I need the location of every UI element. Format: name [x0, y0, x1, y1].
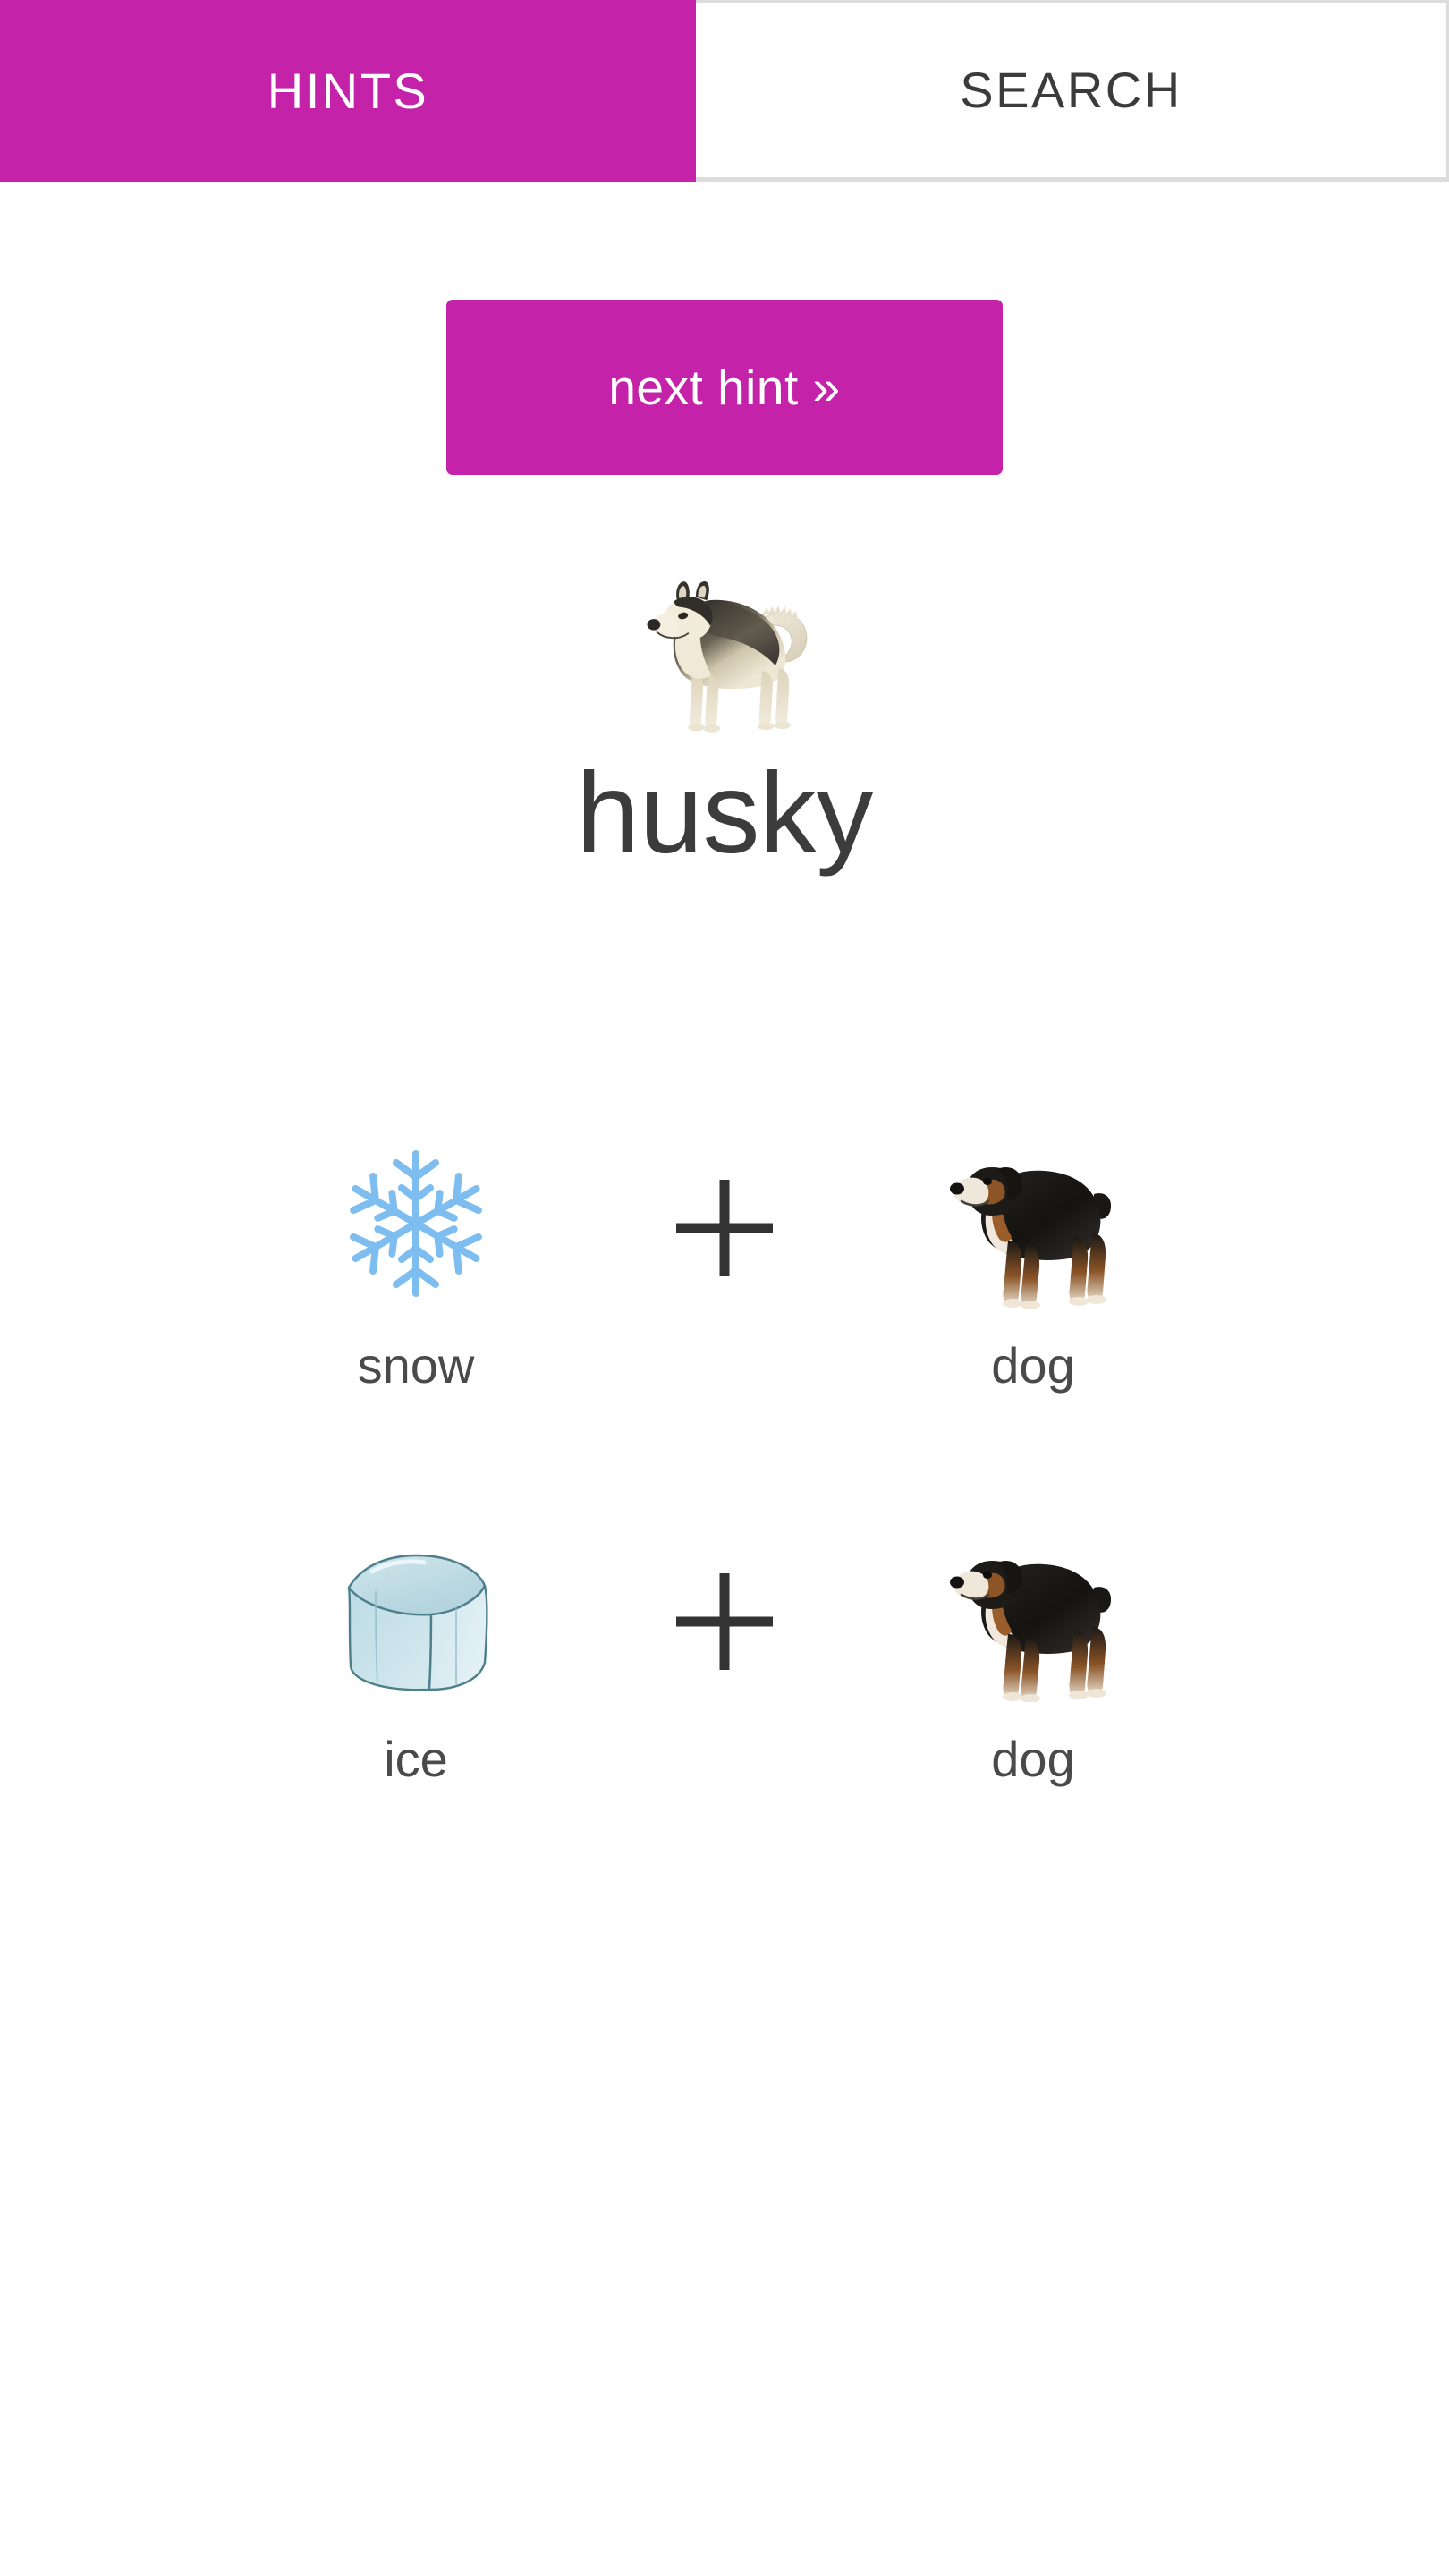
dog-icon	[939, 1130, 1127, 1318]
app-root: HINTS SEARCH next hint » husky snow dog …	[0, 0, 1449, 2576]
hint-item-left[interactable]: ice	[215, 1523, 617, 1784]
hint-row: snow dog	[0, 1130, 1449, 1523]
hints-panel: next hint » husky snow dog ice dog	[0, 182, 1449, 2576]
answer-block: husky	[0, 557, 1449, 874]
next-hint-button-container: next hint »	[0, 300, 1449, 475]
hint-item-label: dog	[991, 1731, 1075, 1787]
plus-icon	[676, 1180, 773, 1276]
ice-cube-icon	[322, 1523, 510, 1711]
hint-item-label: snow	[357, 1337, 475, 1394]
husky-dog-icon	[631, 557, 818, 745]
next-hint-button[interactable]: next hint »	[446, 300, 1003, 475]
tab-search-label: SEARCH	[960, 61, 1182, 118]
hint-item-left[interactable]: snow	[215, 1130, 617, 1391]
hint-row: ice dog	[0, 1523, 1449, 1917]
tab-search[interactable]: SEARCH	[696, 0, 1449, 182]
hint-item-label: ice	[384, 1731, 448, 1787]
answer-word: husky	[576, 750, 873, 877]
tab-hints[interactable]: HINTS	[0, 0, 696, 182]
hint-item-label: dog	[991, 1337, 1075, 1394]
snowflake-icon	[322, 1130, 510, 1318]
hint-item-right[interactable]: dog	[832, 1130, 1234, 1391]
hint-item-right[interactable]: dog	[832, 1523, 1234, 1784]
hint-operator	[617, 1523, 832, 1670]
hint-operator	[617, 1130, 832, 1276]
tab-hints-label: HINTS	[267, 62, 429, 119]
tab-bar: HINTS SEARCH	[0, 0, 1449, 182]
hint-rows: snow dog ice dog	[0, 1130, 1449, 1917]
plus-icon	[676, 1573, 773, 1670]
dog-icon	[939, 1523, 1127, 1711]
